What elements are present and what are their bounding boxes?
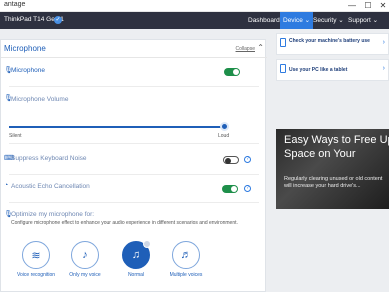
option-multiple-voices[interactable]: ♬ xyxy=(172,241,200,269)
help-icon[interactable]: ? xyxy=(244,185,251,192)
promo-article-card[interactable]: Easy Ways to Free Up Space on Your Regul… xyxy=(276,129,389,209)
option-only-my-voice-label: Only my voice xyxy=(69,272,101,278)
panel-header: Microphone Collapse ⌃ xyxy=(1,40,267,58)
option-voice-recognition[interactable]: ≋ xyxy=(22,241,50,269)
option-multiple-voices-label: Multiple voices xyxy=(169,272,203,278)
acoustic-echo-cancellation-label: Acoustic Echo Cancellation xyxy=(11,183,90,190)
option-normal-label: Normal xyxy=(127,272,145,278)
close-icon[interactable]: ✕ xyxy=(376,0,389,12)
promo-body: Regularly clearing unused or old content… xyxy=(284,176,383,189)
battery-use-card[interactable]: Check your machine's battery use › xyxy=(276,33,389,55)
person-sound-icon: ♫ xyxy=(131,249,141,261)
volume-slider-track[interactable] xyxy=(9,126,224,128)
volume-slider-handle[interactable] xyxy=(220,122,229,131)
divider xyxy=(9,86,259,87)
chevron-right-icon: › xyxy=(382,39,385,46)
option-voice-recognition-label: Voice recognition xyxy=(16,272,56,278)
tablet-mode-card[interactable]: Use your PC like a tablet › xyxy=(276,59,389,81)
nav-device[interactable]: Device ⌄ xyxy=(280,12,314,29)
collapse-link[interactable]: Collapse xyxy=(236,46,255,52)
microphone-volume-label: Microphone Volume xyxy=(11,96,69,103)
tablet-icon xyxy=(280,64,286,73)
chevron-up-icon[interactable]: ⌃ xyxy=(257,43,264,52)
nav-support[interactable]: Support ⌄ xyxy=(345,12,381,29)
chevron-right-icon: › xyxy=(382,65,385,72)
microphone-toggle[interactable] xyxy=(224,68,240,76)
toggle-knob xyxy=(231,186,237,192)
top-navbar: ThinkPad T14 Gen 1 ✓ Dashboard Device ⌄ … xyxy=(0,12,389,29)
volume-max-label: Loud xyxy=(218,133,230,139)
optimize-description: Configure microphone effect to enhance y… xyxy=(11,220,238,226)
suppress-keyboard-noise-toggle[interactable] xyxy=(223,156,239,164)
echo-icon: ◔ xyxy=(4,182,9,189)
minimize-icon[interactable]: — xyxy=(345,0,359,12)
microphone-panel: Microphone Collapse ⌃ 🎙 Microphone 🎙 Mic… xyxy=(0,39,267,292)
multiple-voices-icon: ♬ xyxy=(180,249,192,261)
maximize-icon[interactable]: ☐ xyxy=(361,0,375,12)
toggle-knob xyxy=(225,157,231,164)
content-area: Microphone Collapse ⌃ 🎙 Microphone 🎙 Mic… xyxy=(0,29,389,292)
panel-title: Microphone xyxy=(4,44,46,53)
window-titlebar: antage — ☐ ✕ xyxy=(0,0,389,12)
optimize-label: Optimize my microphone for: xyxy=(11,211,95,218)
promo-title: Easy Ways to Free Up Space on Your xyxy=(284,134,389,160)
waveform-icon: ≋ xyxy=(31,250,41,262)
suppress-keyboard-noise-label: Suppress Keyboard Noise xyxy=(11,155,87,162)
nav-security[interactable]: Security ⌄ xyxy=(310,12,347,29)
help-icon[interactable]: ? xyxy=(244,156,251,163)
microphone-label: Microphone xyxy=(11,67,45,74)
tablet-mode-card-label: Use your PC like a tablet xyxy=(289,67,348,73)
acoustic-echo-cancellation-toggle[interactable] xyxy=(222,185,238,193)
toggle-knob xyxy=(233,69,239,75)
nav-dashboard[interactable]: Dashboard xyxy=(245,12,283,29)
option-normal[interactable]: ♫ xyxy=(122,240,151,269)
option-only-my-voice[interactable]: ♪ xyxy=(71,241,99,269)
battery-icon xyxy=(280,38,286,47)
volume-min-label: Silent xyxy=(9,133,22,139)
divider xyxy=(9,174,259,175)
divider xyxy=(9,202,259,203)
battery-use-card-label: Check your machine's battery use xyxy=(289,38,370,44)
divider xyxy=(9,143,259,144)
person-voice-icon: ♪ xyxy=(82,249,88,261)
device-badge-icon: ✓ xyxy=(54,16,62,24)
window-title: antage xyxy=(4,1,26,8)
selected-check-icon xyxy=(143,240,151,248)
